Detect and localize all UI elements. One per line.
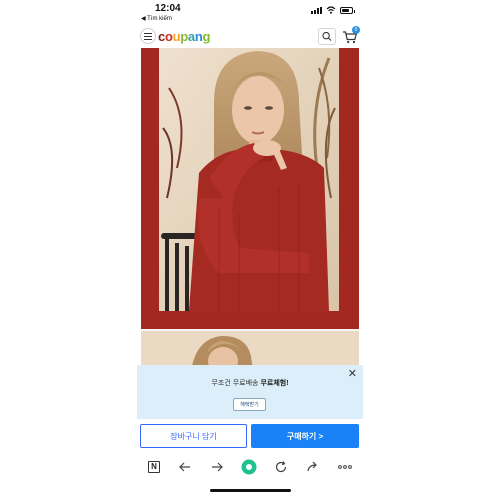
add-to-cart-button[interactable]: 장바구니 담기 (140, 424, 247, 448)
share-icon[interactable] (305, 459, 321, 475)
back-arrow-icon[interactable] (177, 459, 193, 475)
get-benefit-button[interactable]: 혜택받기 (233, 398, 266, 411)
coupang-logo[interactable]: coupang (158, 29, 210, 44)
buy-now-button[interactable]: 구매하기 > (251, 424, 359, 448)
product-image-frame (141, 48, 359, 329)
forward-arrow-icon[interactable] (209, 459, 225, 475)
cart-count-badge: 0 (352, 26, 360, 34)
tabs-button[interactable]: N (146, 459, 162, 475)
browser-toolbar: N (137, 455, 363, 479)
promo-text-prefix: 무조건 무료배송 (211, 380, 261, 387)
home-icon[interactable] (241, 459, 257, 475)
product-photo-second (141, 331, 359, 365)
product-detail-content[interactable] (141, 48, 359, 365)
product-photo-model-red-sweater (159, 48, 339, 311)
menu-icon[interactable] (140, 28, 156, 44)
wifi-icon (326, 6, 336, 14)
search-icon[interactable] (318, 28, 336, 45)
product-photo-illustration (159, 48, 339, 311)
app-header: coupang 0 (137, 26, 363, 48)
status-icons (311, 6, 355, 14)
logo-letter: c (158, 29, 165, 44)
tabs-icon: N (148, 461, 160, 473)
promo-text-highlight: 무료체험! (260, 380, 289, 387)
logo-letter: a (187, 29, 195, 44)
back-to-search-link[interactable]: ◀ Tìm kiếm (141, 15, 172, 22)
second-photo-illustration (141, 331, 359, 365)
home-indicator[interactable] (210, 489, 291, 492)
promo-text: 무조건 무료배송 무료체험! (137, 378, 363, 388)
battery-icon (340, 6, 355, 14)
refresh-icon[interactable] (273, 459, 289, 475)
phone-screen: 12:04 ◀ Tìm kiếm coupang 0 ✕ 무조건 무료배송 무료… (137, 0, 363, 498)
cellular-signal-icon (311, 6, 322, 14)
logo-letter: p (180, 29, 188, 44)
logo-letter: o (164, 29, 173, 44)
logo-letter: g (202, 29, 211, 44)
logo-letter: n (194, 29, 203, 44)
status-time: 12:04 (155, 3, 181, 14)
more-options-icon[interactable] (337, 459, 353, 475)
free-shipping-promo-banner: ✕ 무조건 무료배송 무료체험! 혜택받기 (137, 365, 363, 419)
